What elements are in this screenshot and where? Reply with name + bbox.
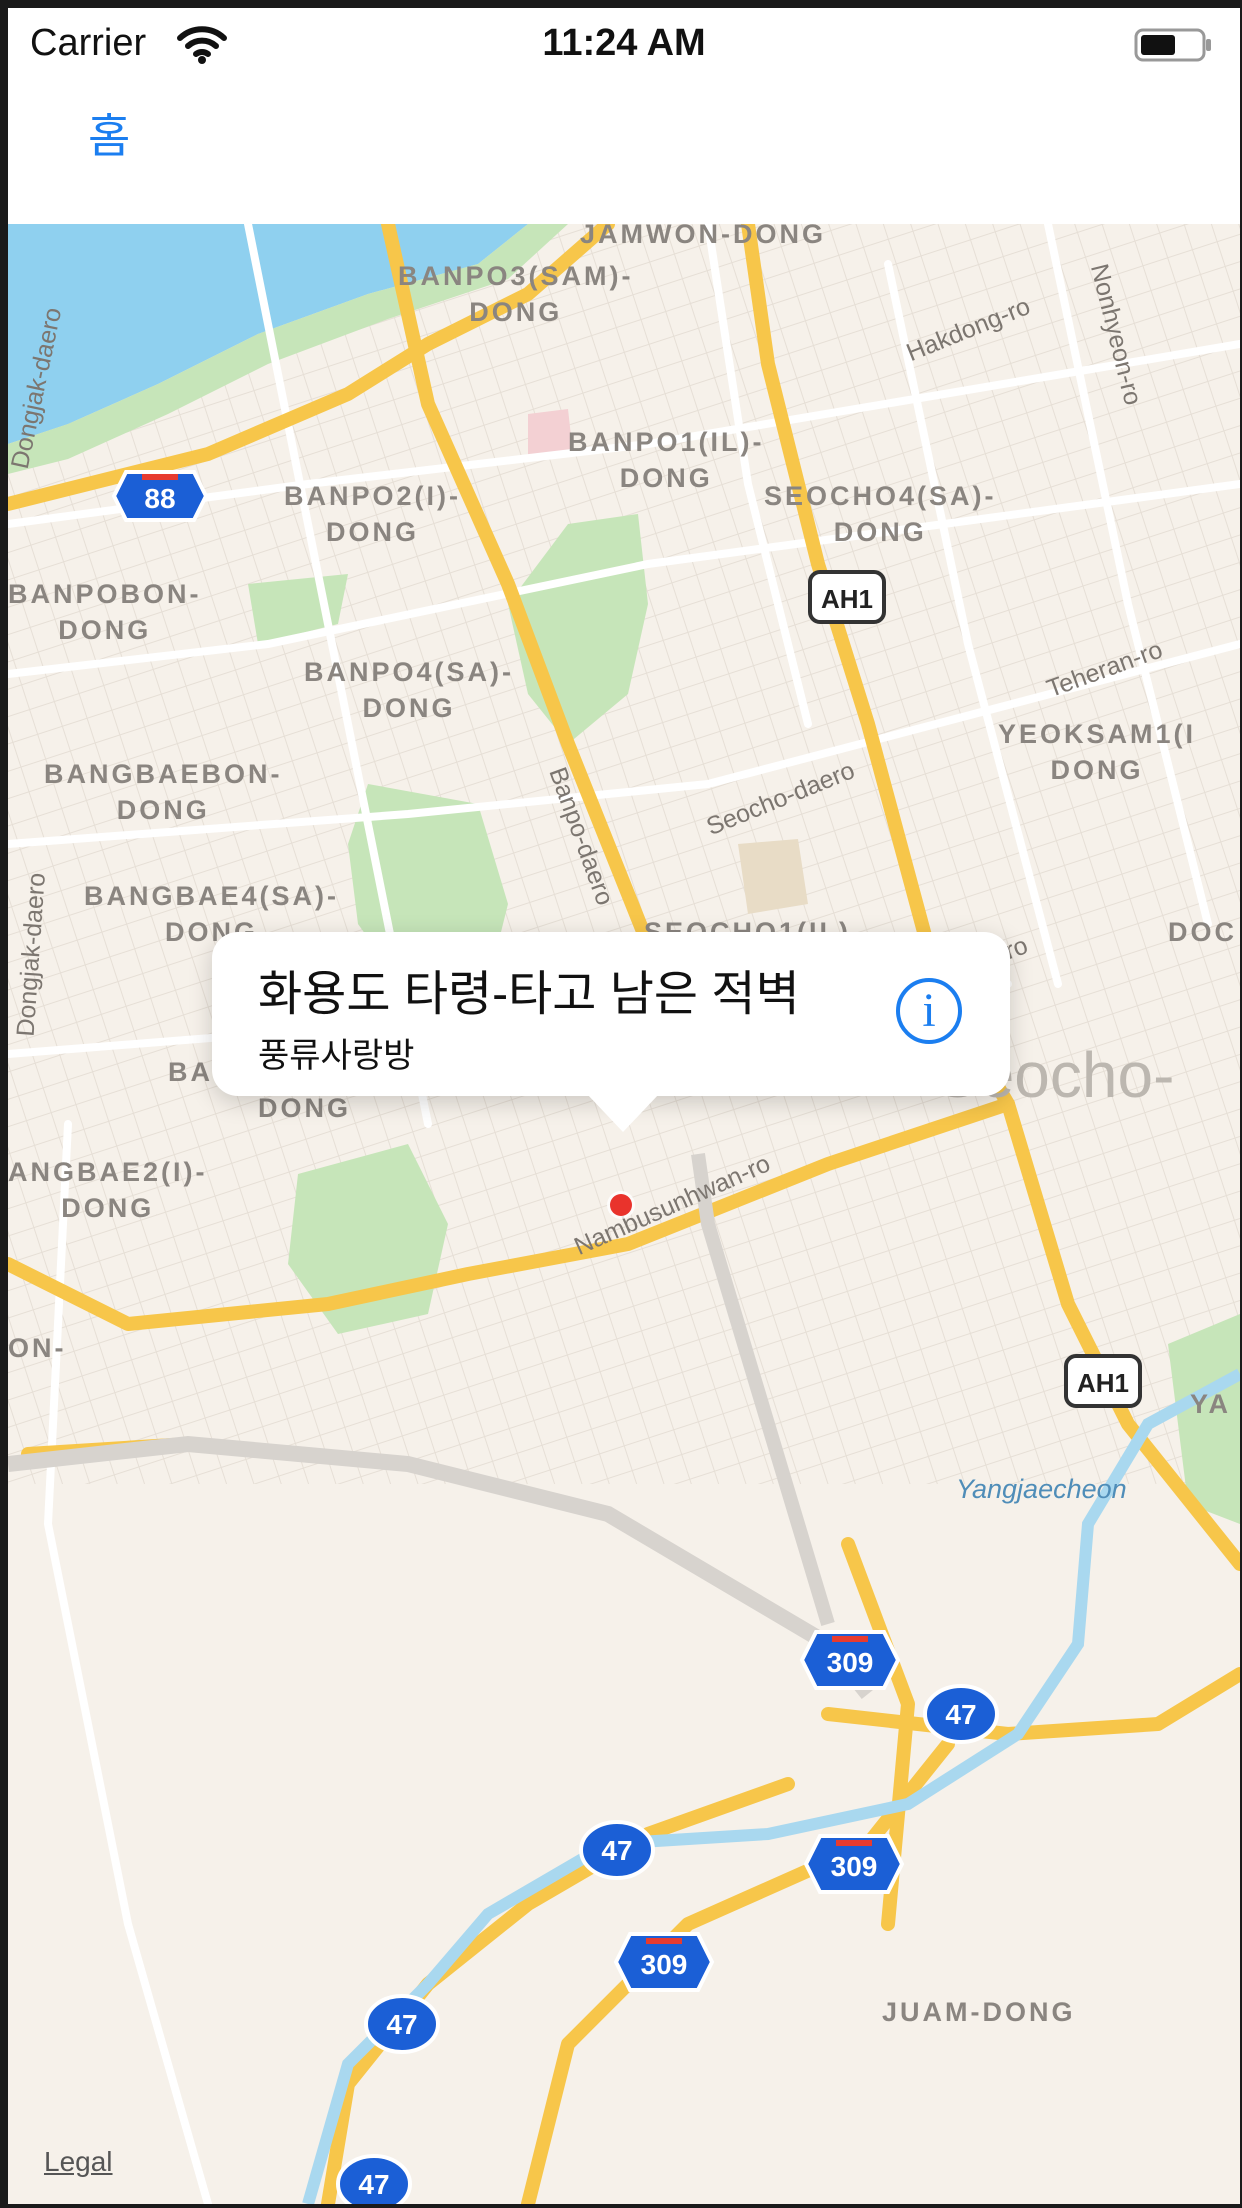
svg-text:309: 309: [831, 1851, 878, 1882]
svg-text:309: 309: [641, 1949, 688, 1980]
callout-subtitle: 풍류사랑방: [258, 1037, 415, 1075]
ah1-shield-b: AH1: [1064, 1354, 1142, 1408]
home-back-button[interactable]: 홈: [88, 100, 130, 166]
district-label: YA: [1190, 1389, 1232, 1419]
route-47-shield-d: 47: [336, 2154, 412, 2204]
status-time: 11:24 AM: [542, 22, 706, 64]
svg-text:AH1: AH1: [821, 584, 873, 614]
route-309-shield-a: 309: [799, 1630, 901, 1690]
route-47-shield-a: 47: [923, 1684, 999, 1744]
route-309-shield-c: 309: [613, 1932, 715, 1992]
svg-text:47: 47: [945, 1699, 976, 1730]
status-bar: Carrier 11:24 AM: [8, 8, 1240, 78]
district-label: BA: [168, 1057, 213, 1087]
district-label: JUAM-DONG: [882, 1997, 1076, 2027]
svg-text:AH1: AH1: [1077, 1368, 1129, 1398]
svg-text:88: 88: [144, 483, 175, 514]
route-309-shield-b: 309: [803, 1834, 905, 1894]
district-label: ON-: [8, 1333, 67, 1363]
district-label: BANPOBON- DONG: [8, 579, 202, 645]
svg-text:47: 47: [386, 2009, 417, 2040]
route-47-shield-c: 47: [364, 1994, 440, 2054]
district-label: JAMWON-DONG: [580, 224, 826, 249]
info-icon[interactable]: i: [896, 978, 962, 1044]
route-47-shield-b: 47: [579, 1820, 655, 1880]
ah1-shield-a: AH1: [808, 570, 886, 624]
navigation-bar: 홈: [8, 78, 1240, 224]
map-view[interactable]: 88 AH1 AH1 309 309 309 47 47 47 47 JAMWO…: [8, 224, 1240, 2204]
district-label: BANPO4(SA)- DONG: [304, 657, 515, 723]
callout-title: 화용도 타령-타고 남은 적벽: [258, 968, 800, 1021]
district-label: BANPO2(I)- DONG: [284, 481, 461, 547]
phone-screen: Carrier 11:24 AM 홈 88 AH1 AH1 309 309 30…: [8, 8, 1240, 2204]
district-label: DOC: [1168, 917, 1237, 947]
svg-text:309: 309: [827, 1647, 874, 1678]
annotation-callout[interactable]: 화용도 타령-타고 남은 적벽 풍류사랑방 i: [212, 932, 1010, 1132]
route-88-shield: 88: [111, 470, 209, 522]
district-label: BANGBAEBON- DONG: [44, 759, 283, 825]
district-label: ANGBAE2(I)- DONG: [8, 1157, 208, 1223]
district-label: BANPO3(SAM)- DONG: [398, 261, 634, 327]
district-label: SEOCHO4(SA)- DONG: [764, 481, 997, 547]
district-label: YEOKSAM1(I DONG: [998, 719, 1197, 785]
svg-text:47: 47: [601, 1835, 632, 1866]
svg-text:47: 47: [358, 2169, 389, 2200]
battery-icon: [1134, 28, 1211, 62]
legal-link[interactable]: Legal: [44, 2146, 113, 2178]
water-label: Yangjaecheon: [956, 1474, 1127, 1504]
location-pin[interactable]: [610, 1194, 632, 1216]
district-label: BANPO1(IL)- DONG: [568, 427, 765, 493]
